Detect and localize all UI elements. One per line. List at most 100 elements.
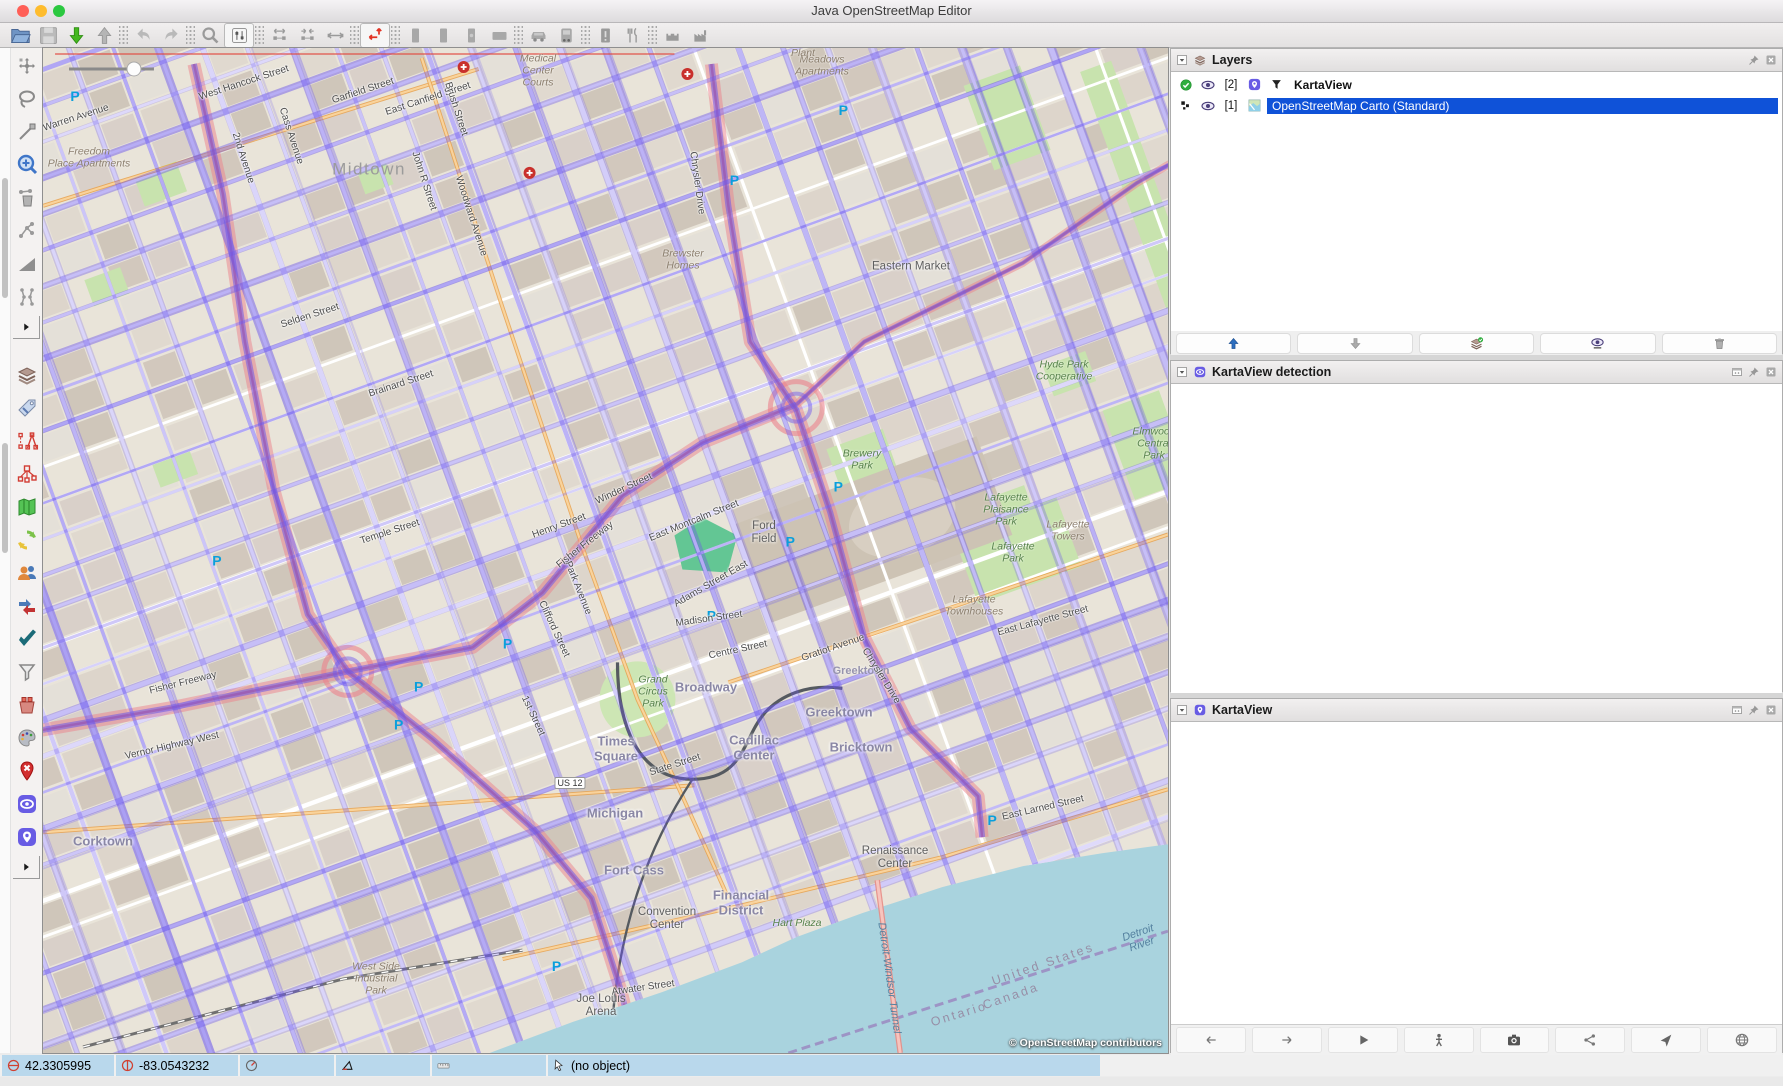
toolbar-separator [119, 26, 128, 44]
redo-button[interactable] [157, 24, 185, 47]
previous-image-button[interactable] [1176, 1027, 1246, 1053]
parallel-tool-button[interactable] [13, 283, 41, 311]
zoom-search-button[interactable] [196, 24, 224, 47]
sticky-pin-icon[interactable] [1748, 366, 1760, 378]
scrollbar-thumb[interactable] [2, 443, 8, 553]
selection-dialog-button[interactable] [13, 427, 41, 455]
preset-castle-button[interactable] [658, 24, 686, 47]
relations-dialog-button[interactable] [13, 460, 41, 488]
minimap-dialog-button[interactable] [13, 493, 41, 521]
collapse-icon[interactable] [1176, 54, 1188, 66]
preset-warning-button[interactable] [591, 24, 619, 47]
preset-restaurant-button[interactable] [619, 24, 647, 47]
locate-image-button[interactable] [1631, 1027, 1701, 1053]
share-button[interactable] [1555, 1027, 1625, 1053]
more-dialogs-button[interactable] [13, 856, 40, 879]
layer-row[interactable]: [2]KartaView [1171, 74, 1782, 95]
ruler-icon [436, 1058, 451, 1073]
preset-block-button[interactable] [485, 24, 513, 47]
move-layer-down-button[interactable] [1297, 333, 1412, 354]
distribute-nodes-button[interactable] [321, 24, 349, 47]
layers-dialog-button[interactable] [13, 361, 41, 389]
zoom-tool-button[interactable] [13, 151, 41, 179]
command-stack-dialog-button[interactable] [13, 691, 41, 719]
object-info-field: (no object) [548, 1055, 1100, 1076]
svg-text:P: P [414, 678, 423, 694]
unglue-tool-button[interactable] [13, 217, 41, 245]
toolbar-separator [648, 26, 657, 44]
detach-window-icon[interactable] [1731, 366, 1743, 378]
filter-dialog-button[interactable] [13, 658, 41, 686]
improve-accuracy-tool-button[interactable] [13, 250, 41, 278]
toolbar-separator [350, 26, 359, 44]
preset-column-button[interactable] [401, 24, 429, 47]
undo-button[interactable] [129, 24, 157, 47]
lasso-tool-button[interactable] [13, 85, 41, 113]
close-icon[interactable] [1765, 54, 1777, 66]
tags-dialog-button[interactable] [13, 394, 41, 422]
detach-window-icon[interactable] [1731, 704, 1743, 716]
delete-layer-button[interactable] [1662, 333, 1777, 354]
scrollbar-thumb[interactable] [2, 178, 8, 298]
notes-dialog-button[interactable] [13, 757, 41, 785]
layer-name: KartaView [1289, 77, 1357, 93]
contract-nodes-button[interactable] [293, 24, 321, 47]
authors-dialog-button[interactable] [13, 559, 41, 587]
switch-viewer-button[interactable] [1404, 1027, 1474, 1053]
open-web-page-button[interactable] [1707, 1027, 1777, 1053]
conflict-dialog-button[interactable] [13, 592, 41, 620]
latitude-value: 42.3305995 [25, 1059, 91, 1073]
map-view[interactable]: PPPPPPPPPPPP MidtownMedical Center Court… [43, 48, 1168, 1053]
save-button[interactable] [34, 24, 62, 47]
activate-layer-button[interactable] [1419, 333, 1534, 354]
longitude-value: -83.0543232 [139, 1059, 209, 1073]
layer-visibility-icon[interactable] [1199, 98, 1217, 114]
preset-factory-button[interactable] [686, 24, 714, 47]
validator-dialog-button[interactable] [13, 625, 41, 653]
map-canvas[interactable]: PPPPPPPPPPPP [43, 48, 1168, 1053]
changeset-download-button[interactable] [13, 526, 41, 554]
collapse-icon[interactable] [1176, 704, 1188, 716]
preset-car-button[interactable] [524, 24, 552, 47]
layer-filter-icon[interactable] [1267, 78, 1285, 91]
imagery-layer-icon [1245, 98, 1263, 113]
kartaview-detection-dialog-button[interactable] [13, 790, 41, 818]
play-sequence-button[interactable] [1328, 1027, 1398, 1053]
open-image-button[interactable] [1480, 1027, 1550, 1053]
kartaview-dialog-button[interactable] [13, 823, 41, 851]
delete-tool-button[interactable] [13, 184, 41, 212]
svg-text:P: P [394, 716, 403, 732]
open-file-button[interactable] [6, 24, 34, 47]
sticky-pin-icon[interactable] [1748, 54, 1760, 66]
upload-data-button[interactable] [90, 24, 118, 47]
layer-row[interactable]: [1]OpenStreetMap Carto (Standard) [1171, 95, 1782, 116]
spread-nodes-button[interactable] [265, 24, 293, 47]
close-icon[interactable] [1765, 704, 1777, 716]
svg-text:P: P [70, 88, 79, 104]
select-tool-button[interactable] [13, 52, 41, 80]
more-tools-button[interactable] [13, 316, 40, 339]
preferences-button[interactable] [224, 23, 254, 48]
layer-visibility-icon[interactable] [1199, 77, 1217, 93]
next-image-button[interactable] [1252, 1027, 1322, 1053]
preset-bus-button[interactable] [552, 24, 580, 47]
draw-tool-button[interactable] [13, 118, 41, 146]
collapse-icon[interactable] [1176, 366, 1188, 378]
close-icon[interactable] [1765, 366, 1777, 378]
kartaview-panel-header: KartaView [1171, 699, 1782, 722]
sticky-pin-icon[interactable] [1748, 704, 1760, 716]
layers-panel-header: Layers [1171, 49, 1782, 72]
preset-column-2-button[interactable] [429, 24, 457, 47]
preset-signal-button[interactable] [457, 24, 485, 47]
angle-field [336, 1055, 430, 1076]
svg-text:P: P [834, 479, 843, 495]
download-data-button[interactable] [62, 24, 90, 47]
longitude-field: -83.0543232 [116, 1055, 238, 1076]
svg-text:P: P [839, 102, 848, 118]
move-layer-up-button[interactable] [1176, 333, 1291, 354]
svg-text:P: P [707, 607, 716, 623]
show-hide-layer-button[interactable] [1540, 333, 1655, 354]
angle-snapping-button[interactable] [360, 23, 390, 48]
svg-text:P: P [212, 552, 221, 568]
mappaint-dialog-button[interactable] [13, 724, 41, 752]
